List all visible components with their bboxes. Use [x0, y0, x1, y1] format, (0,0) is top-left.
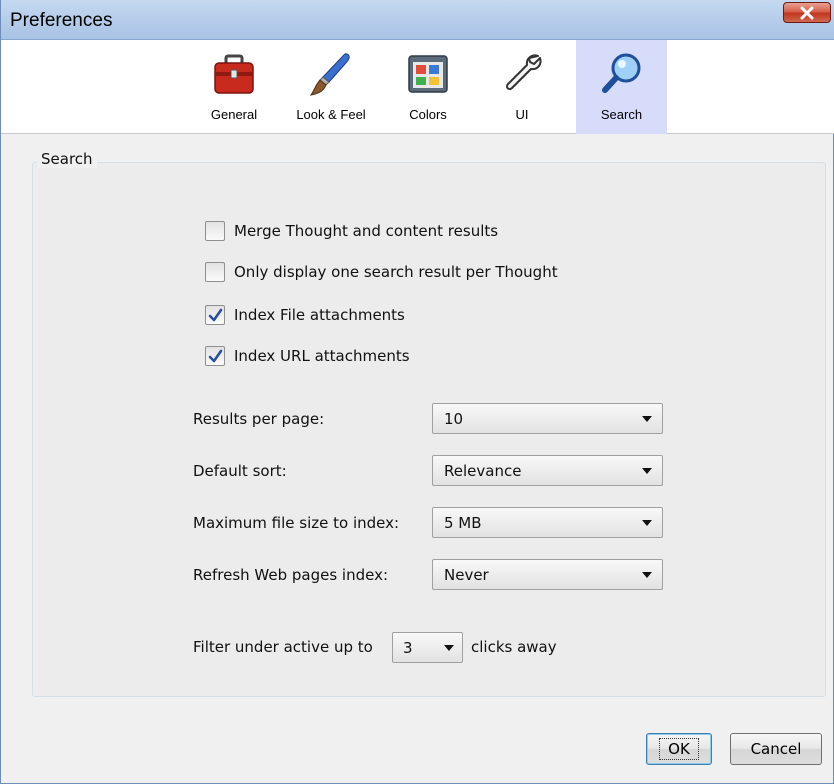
cancel-button[interactable]: Cancel: [730, 733, 822, 765]
toolbox-icon: [214, 54, 254, 94]
tab-ui[interactable]: UI: [484, 40, 560, 134]
filter-suffix-label: clicks away: [471, 638, 557, 656]
one-result-per-thought-label: Only display one search result per Thoug…: [234, 263, 558, 281]
results-per-page-label: Results per page:: [193, 410, 325, 428]
index-url-attachments-checkbox-row[interactable]: Index URL attachments: [205, 345, 410, 367]
default-sort-select[interactable]: Relevance: [432, 455, 663, 486]
checkmark-icon: [208, 308, 223, 322]
max-file-size-label: Maximum file size to index:: [193, 514, 400, 532]
filter-clicks-select[interactable]: 3: [392, 632, 463, 663]
index-url-attachments-label: Index URL attachments: [234, 347, 410, 365]
refresh-web-index-label: Refresh Web pages index:: [193, 566, 389, 584]
chevron-down-icon: [642, 572, 652, 578]
results-per-page-select[interactable]: 10: [432, 403, 663, 434]
search-group-title: Search: [37, 150, 97, 168]
default-sort-value: Relevance: [444, 461, 522, 480]
refresh-web-index-select[interactable]: Never: [432, 559, 663, 590]
ok-button-label: OK: [659, 738, 699, 760]
checkmark-icon: [208, 349, 223, 363]
one-result-per-thought-checkbox-row[interactable]: Only display one search result per Thoug…: [205, 261, 558, 283]
close-button[interactable]: [783, 2, 831, 23]
filter-prefix-label: Filter under active up to: [193, 638, 373, 656]
index-file-attachments-checkbox[interactable]: [205, 305, 225, 325]
tab-look-and-feel-label: Look & Feel: [296, 107, 366, 122]
tab-look-and-feel[interactable]: Look & Feel: [286, 40, 376, 134]
search-group-box: [32, 162, 826, 697]
chevron-down-icon: [444, 645, 454, 651]
wrench-icon: [505, 54, 542, 91]
refresh-web-index-value: Never: [444, 565, 489, 584]
default-sort-label: Default sort:: [193, 462, 287, 480]
palette-icon: [408, 55, 448, 93]
chevron-down-icon: [642, 520, 652, 526]
title-bar: Preferences: [1, 0, 834, 40]
max-file-size-value: 5 MB: [444, 513, 482, 532]
filter-clicks-value: 3: [403, 638, 413, 657]
ok-button[interactable]: OK: [646, 733, 712, 765]
merge-results-checkbox[interactable]: [205, 221, 225, 241]
tab-colors-label: Colors: [409, 107, 447, 122]
tab-ui-label: UI: [515, 107, 529, 122]
chevron-down-icon: [642, 468, 652, 474]
tab-general-label: General: [210, 107, 258, 122]
tab-general[interactable]: General: [194, 40, 274, 134]
index-url-attachments-checkbox[interactable]: [205, 346, 225, 366]
tab-search[interactable]: Search: [576, 40, 667, 134]
merge-results-checkbox-row[interactable]: Merge Thought and content results: [205, 220, 498, 242]
brush-icon: [309, 53, 350, 96]
close-icon: [800, 6, 814, 19]
magnifier-icon: [601, 53, 640, 93]
index-file-attachments-label: Index File attachments: [234, 306, 405, 324]
preferences-window: Preferences General Look & Feel Colors U…: [0, 0, 834, 784]
chevron-down-icon: [642, 416, 652, 422]
tab-colors[interactable]: Colors: [390, 40, 466, 134]
index-file-attachments-checkbox-row[interactable]: Index File attachments: [205, 304, 405, 326]
merge-results-label: Merge Thought and content results: [234, 222, 499, 240]
one-result-per-thought-checkbox[interactable]: [205, 262, 225, 282]
window-title: Preferences: [10, 10, 113, 31]
tab-search-label: Search: [600, 107, 643, 122]
max-file-size-select[interactable]: 5 MB: [432, 507, 663, 538]
results-per-page-value: 10: [444, 409, 464, 428]
cancel-button-label: Cancel: [750, 740, 802, 758]
preferences-toolbar: General Look & Feel Colors UI Search: [1, 40, 834, 134]
